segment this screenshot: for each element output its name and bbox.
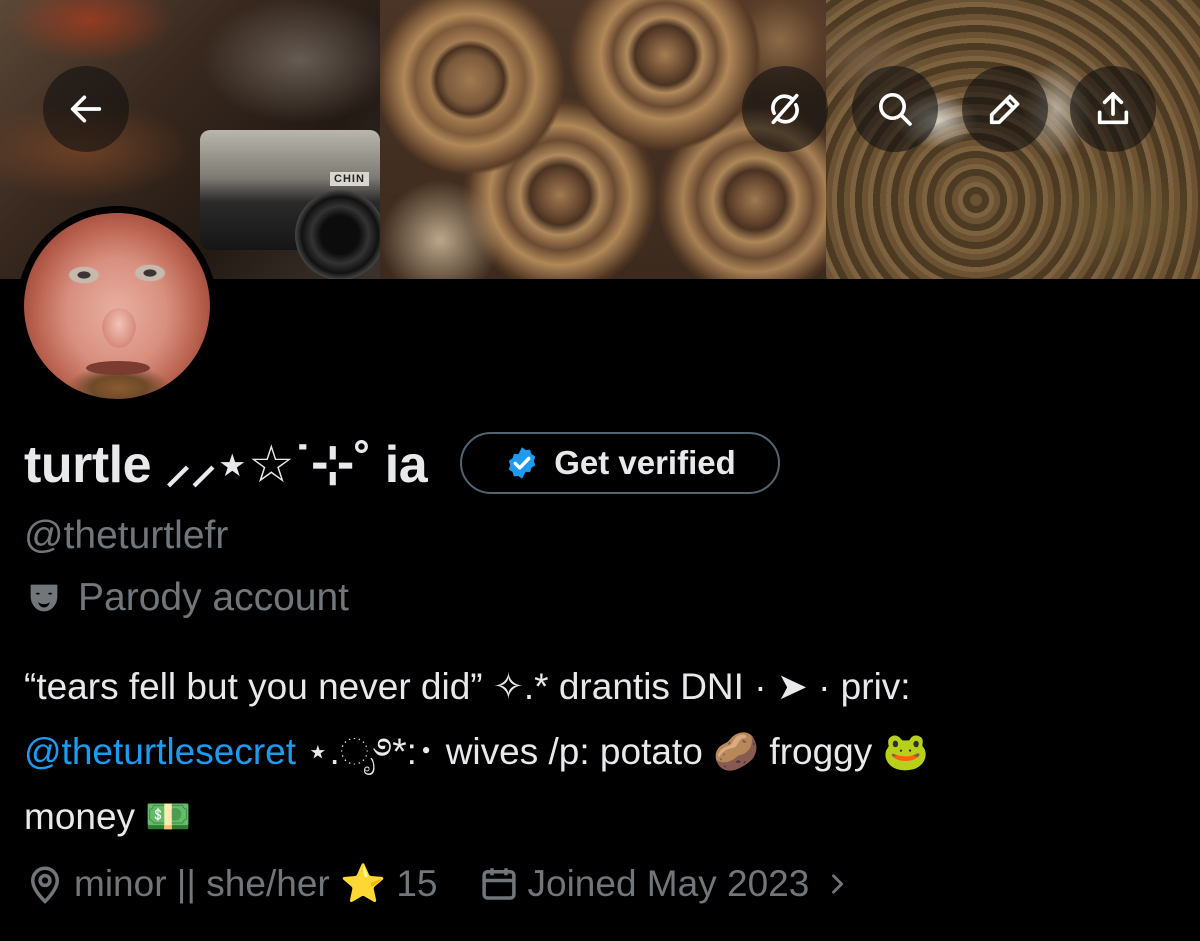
verified-badge-icon: [509, 447, 536, 479]
grok-icon: [771, 93, 799, 125]
camera-brand-text: CHIN: [330, 172, 369, 186]
arrow-left-icon: [70, 95, 102, 123]
search-icon: [879, 93, 912, 126]
camera-image: CHIN: [200, 130, 385, 279]
joined-date[interactable]: Joined May 2023: [528, 863, 810, 905]
camera-lens: [295, 190, 385, 279]
avatar-face-detail: [102, 308, 136, 348]
get-verified-label: Get verified: [554, 444, 736, 481]
bio-text: ⋆.ೃ࿔*:･ wives /p: potato 🥔 froggy 🐸: [296, 731, 929, 772]
calendar-icon: [481, 868, 516, 900]
share-icon: [1097, 92, 1129, 125]
back-button[interactable]: [43, 66, 129, 152]
pencil-icon: [989, 94, 1020, 125]
profile-bio: “tears fell but you never did” ✧.* drant…: [24, 654, 1194, 849]
location-icon: [30, 866, 60, 904]
avatar-face-detail: [86, 361, 150, 375]
chevron-right-icon[interactable]: [823, 870, 851, 898]
bio-line: money 💵: [24, 796, 192, 837]
display-name: turtle ⸝⸝⋆☆˙⊹˚ ia: [24, 436, 428, 494]
grok-button[interactable]: [742, 66, 828, 152]
location-text: minor || she/her ⭐ 15: [74, 862, 438, 904]
profile-meta-row: minor || she/her ⭐ 15 Joined May 2023: [24, 860, 851, 908]
search-button[interactable]: [852, 66, 938, 152]
avatar[interactable]: [24, 213, 210, 399]
bio-mention-link[interactable]: @theturtlesecret: [24, 731, 296, 772]
share-button[interactable]: [1070, 66, 1156, 152]
get-verified-button[interactable]: Get verified: [460, 432, 780, 494]
theater-mask-icon: [30, 584, 58, 612]
parody-account-label: Parody account: [24, 576, 349, 620]
parody-label-text: Parody account: [78, 576, 350, 619]
bio-line: “tears fell but you never did” ✧.* drant…: [24, 666, 911, 707]
username-handle: @theturtlefr: [24, 514, 229, 557]
bio-line: @theturtlesecret ⋆.ೃ࿔*:･ wives /p: potat…: [24, 719, 1194, 784]
edit-button[interactable]: [962, 66, 1048, 152]
